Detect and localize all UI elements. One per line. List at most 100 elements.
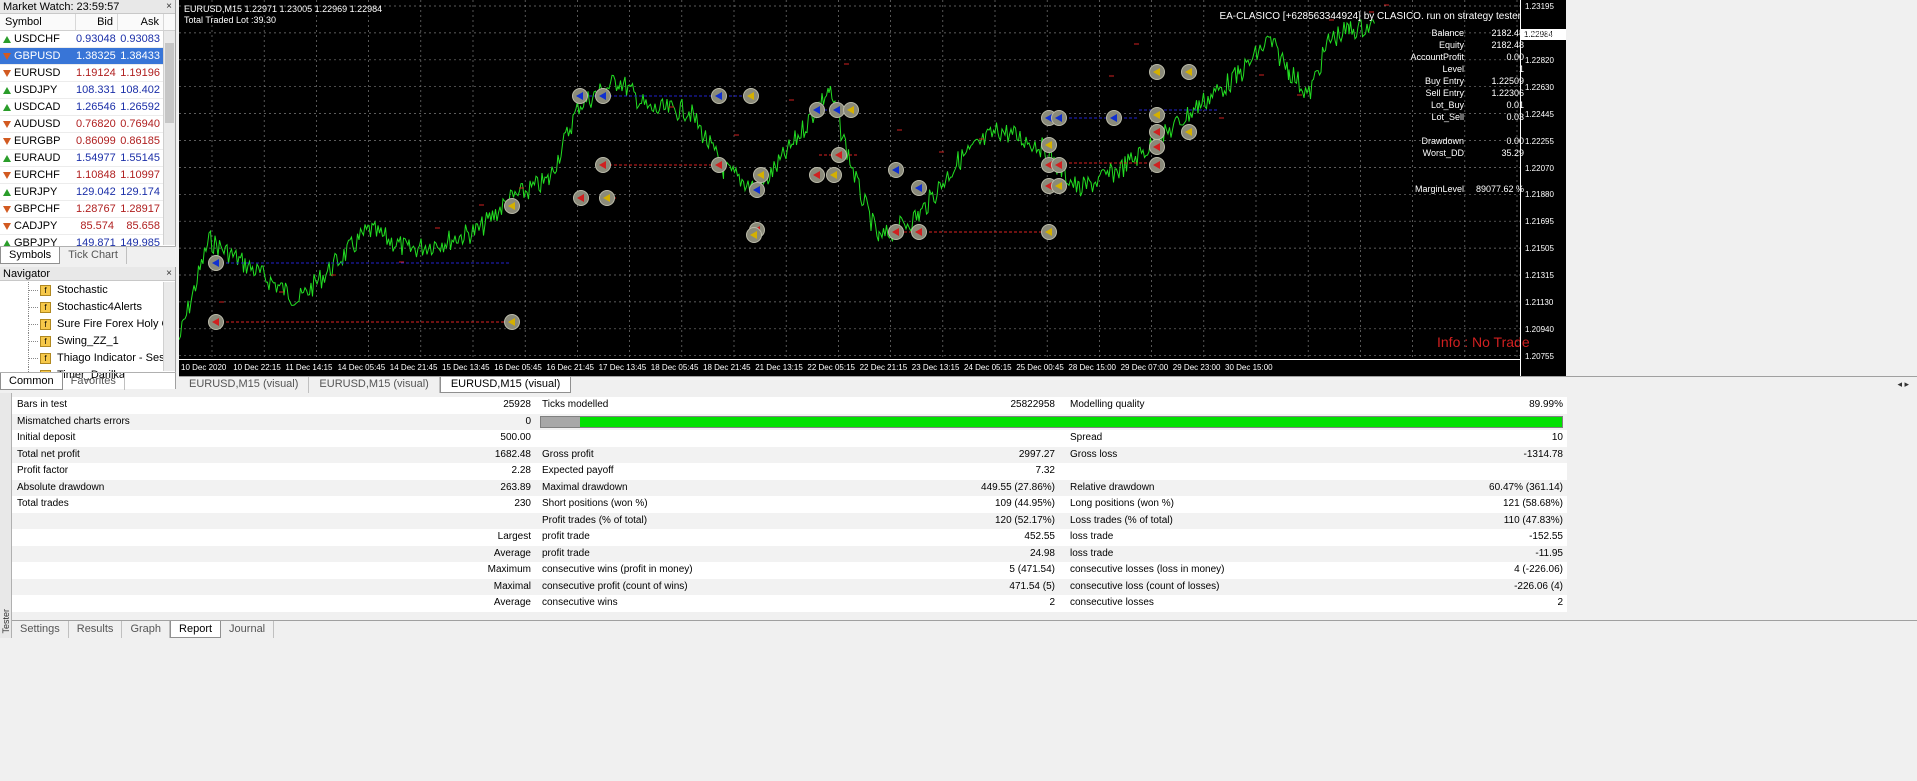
arrow-up-icon [3,188,11,196]
price-tick-label: 1.22255 [1525,136,1554,146]
ea-info-value: 2182.48 [1491,40,1524,50]
ask-price: 1.10997 [120,169,160,181]
symbol-name: USDJPY [14,83,58,96]
market-watch-row[interactable]: EURGBP 0.86099 0.86185 [0,133,175,150]
arrow-down-icon [3,171,11,179]
ea-info-row: Buy Entry 1.22509 [1404,75,1524,87]
label-gross-loss: Gross loss [1070,448,1118,460]
bid-price: 129.042 [76,186,116,198]
chart-tab-3[interactable]: EURUSD,M15 (visual) [439,377,572,393]
market-watch-row[interactable]: USDCHF 0.93048 0.93083 [0,31,175,48]
market-watch-row[interactable]: GBPCHF 1.28767 1.28917 [0,201,175,218]
market-watch-row[interactable]: EURCHF 1.10848 1.10997 [0,167,175,184]
time-tick-label: 16 Dec 05:45 [494,363,542,372]
tab-tick-chart[interactable]: Tick Chart [60,247,127,264]
modelling-quality-bar-start [541,416,581,427]
ea-info-key [1404,171,1464,183]
arrow-down-icon [3,222,11,230]
scrollbar[interactable] [163,31,175,245]
label-bars-in-test: Bars in test [17,399,68,410]
scrollbar-thumb[interactable] [165,43,174,123]
chart-tab-2[interactable]: EURUSD,M15 (visual) [309,377,440,393]
ea-info-key: Level [1442,64,1464,74]
value-relative-drawdown: 60.47% (361.14) [1489,481,1563,493]
bid-price: 1.38325 [76,50,116,62]
report-row: Profit trades (% of total) 120 (52.17%) … [12,512,1567,529]
tab-graph[interactable]: Graph [122,621,171,638]
label-total-net-profit: Total net profit [17,448,80,460]
market-watch-list: USDCHF 0.93048 0.93083 GBPUSD 1.38325 1.38433… [0,31,175,252]
ea-info-key: Lot_Buy [1430,100,1464,110]
report-row: Initial deposit 500.00 Spread 10 [12,430,1567,447]
symbol-name: USDCHF [14,32,60,45]
value-initial-deposit: 500.00 [500,432,531,443]
ea-title: EA-CLASICO [+628563344924] by CLASICO. r… [1219,11,1521,22]
tab-journal[interactable]: Journal [221,621,275,638]
tab-report[interactable]: Report [170,621,222,638]
price-tick-label: 1.22820 [1525,55,1554,65]
navigator-item[interactable]: f Stochastic4Alerts [0,299,164,316]
tester-tabs: Settings Results Graph Report Journal [12,620,1917,638]
value-largest-loss: -152.55 [1529,531,1563,542]
ea-info-row [1404,171,1524,183]
navigator-item[interactable]: f Swing_ZZ_1 [0,333,164,350]
tab-settings[interactable]: Settings [12,621,69,638]
value-expected-payoff: 7.32 [1035,465,1055,476]
report-row: Total net profit 1682.48 Gross profit 29… [12,446,1567,463]
chart-tab-1[interactable]: EURUSD,M15 (visual) [179,377,310,393]
market-watch-panel: Market Watch: 23:59:57 × Symbol Bid Ask … [0,0,176,264]
no-trade-status: Info : No Trade [1437,334,1530,350]
ea-info-key: Buy Entry [1424,76,1464,86]
navigator-title-text: Navigator [3,268,51,280]
price-tick-label: 1.22070 [1525,163,1554,173]
tab-symbols[interactable]: Symbols [0,247,61,264]
market-watch-row[interactable]: EURJPY 129.042 129.174 [0,184,175,201]
col-header-bid[interactable]: Bid [76,14,118,30]
market-watch-title: Market Watch: 23:59:57 × [0,0,175,14]
tab-common[interactable]: Common [0,373,63,390]
arrow-down-icon [3,52,11,60]
price-chart[interactable]: EURUSD,M15 1.22971 1.23005 1.22969 1.229… [179,0,1567,376]
navigator-item[interactable]: f Sure Fire Forex Holy Gra [0,316,164,333]
market-watch-row[interactable]: CADJPY 85.574 85.658 [0,218,175,235]
col-header-ask[interactable]: Ask [118,14,164,30]
price-tick-label: 1.23195 [1525,2,1554,11]
price-tick-label: 1.22445 [1525,109,1554,119]
price-tick-label: 1.23010 [1525,28,1554,38]
report-row: Maximum consecutive wins (profit in mone… [12,562,1567,579]
label-maximum: Maximum [487,564,531,575]
label-absolute-drawdown: Absolute drawdown [17,481,105,493]
arrow-up-icon [3,86,11,94]
tab-scroll-arrows-icon[interactable]: ◂ ▸ [1897,379,1909,390]
market-watch-row[interactable]: AUDUSD 0.76820 0.76940 [0,116,175,133]
label-loss-trades: Loss trades (% of total) [1070,514,1173,526]
market-watch-row[interactable]: EURUSD 1.19124 1.19196 [0,65,175,82]
symbol-cell: EURCHF [0,167,76,183]
navigator-item[interactable]: f Stochastic [0,282,164,299]
col-header-symbol[interactable]: Symbol [0,14,76,30]
navigator-item[interactable]: f Thiago Indicator - Sessic [0,350,164,367]
report-row: Maximal consecutive profit (count of win… [12,578,1567,595]
market-watch-row[interactable]: USDCAD 1.26546 1.26592 [0,99,175,116]
close-icon[interactable]: × [166,0,172,14]
label-average: Average [493,547,531,559]
tab-results[interactable]: Results [69,621,123,638]
label-largest: Largest [497,531,531,542]
symbol-name: GBPCHF [14,202,60,215]
close-icon[interactable]: × [166,267,172,281]
label-profit-trades: Profit trades (% of total) [542,514,648,526]
tester-label: Tester [1,609,11,634]
tab-favorites[interactable]: Favorites [63,373,125,390]
report-row: Average profit trade 24.98 loss trade -1… [12,545,1567,562]
label-max-consec-losses: consecutive losses (loss in money) [1070,564,1225,575]
tree-line [28,316,38,333]
scrollbar[interactable] [163,282,175,371]
chart-canvas[interactable] [179,0,1520,359]
market-watch-row[interactable]: EURAUD 1.54977 1.55145 [0,150,175,167]
bid-price: 85.574 [80,220,114,232]
market-watch-row[interactable]: GBPUSD 1.38325 1.38433 [0,48,175,65]
ea-info-row: Balance 2182.48 [1404,27,1524,39]
report-row: Average consecutive wins 2 consecutive l… [12,595,1567,612]
market-watch-row[interactable]: USDJPY 108.331 108.402 [0,82,175,99]
ask-price: 0.76940 [120,118,160,130]
